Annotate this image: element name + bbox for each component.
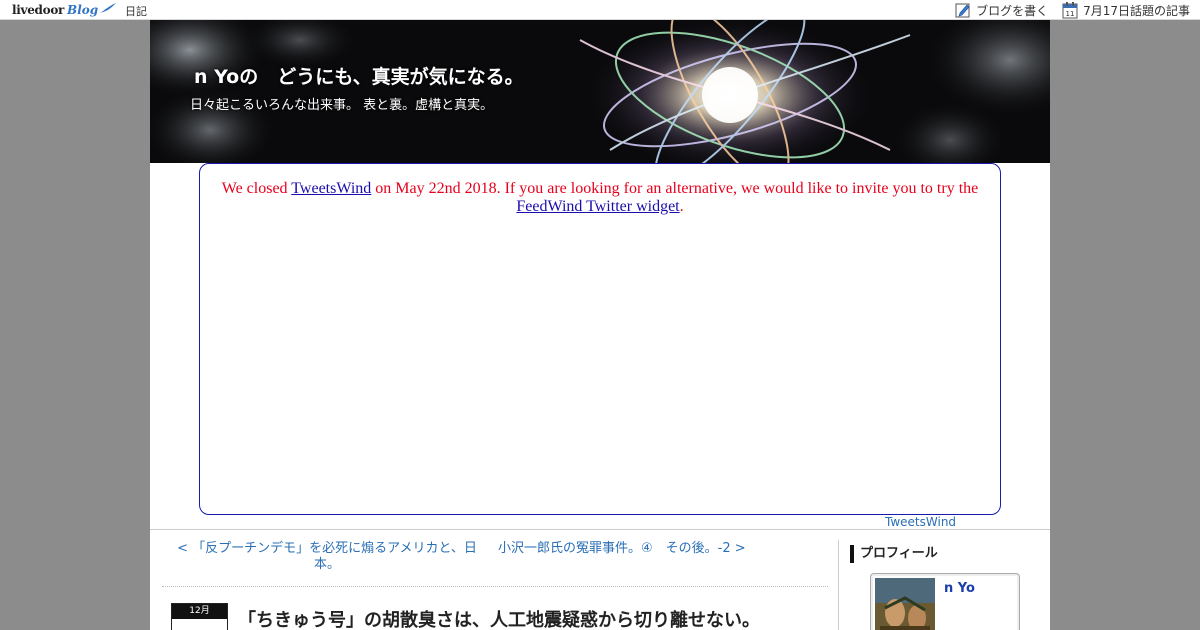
livedoor-blog-logo[interactable]: livedoor Blog (12, 2, 117, 18)
blog-title[interactable]: n Yoの どうにも、真実が気になる。 (194, 62, 524, 89)
avatar[interactable] (875, 578, 935, 630)
top-right-links: ブログを書く 11 7月17日話題の記事 (941, 1, 1190, 19)
top-bar: livedoor Blog 日記 ブログを書く 11 7月17日話題の記事 (0, 0, 1200, 20)
widget-msg-part3: . (679, 198, 684, 215)
nav-diary-link[interactable]: 日記 (125, 3, 147, 19)
feedwind-link[interactable]: FeedWind Twitter widget (516, 198, 679, 215)
logo-livedoor-text: livedoor (12, 3, 65, 17)
calendar-number: 11 (1066, 10, 1075, 18)
tweetswind-footer-link[interactable]: TweetsWind (885, 515, 956, 529)
post-date-box: 12月 (171, 603, 228, 630)
widget-closed-message: We closed TweetsWind on May 22nd 2018. I… (220, 180, 980, 216)
sidebar-divider (838, 540, 839, 630)
topics-label: 7月17日話題の記事 (1083, 3, 1190, 18)
profile-card: n Yo (870, 573, 1020, 630)
widget-msg-part1: We closed (221, 180, 292, 197)
blog-description: 日々起こるいろんな出来事。 表と裏。虚構と真実。 (190, 98, 494, 113)
logo-blog-text: Blog (67, 3, 99, 17)
edit-icon (955, 3, 970, 18)
profile-heading: プロフィール (850, 545, 938, 563)
write-blog-link[interactable]: ブログを書く (955, 2, 1048, 19)
page-column: n Yoの どうにも、真実が気になる。 日々起こるいろんな出来事。 表と裏。虚構… (150, 20, 1050, 630)
tweetswind-link[interactable]: TweetsWind (291, 180, 371, 197)
calendar-icon: 11 (1062, 1, 1078, 18)
write-blog-label: ブログを書く (976, 3, 1049, 18)
post-title[interactable]: 「ちきゅう号」の胡散臭さは、人工地震疑惑から切り離せない。 (238, 606, 760, 630)
next-article-link[interactable]: 小沢一郎氏の冤罪事件。④ その後。-2 > (498, 541, 768, 557)
post-month: 12月 (172, 604, 227, 619)
header-background-image (150, 20, 1050, 163)
topics-link[interactable]: 11 7月17日話題の記事 (1062, 1, 1190, 19)
profile-name[interactable]: n Yo (944, 581, 975, 596)
bird-icon (100, 3, 117, 13)
widget-msg-part2: on May 22nd 2018. If you are looking for… (371, 180, 979, 197)
prev-article-link[interactable]: < 「反プーチンデモ」を必死に煽るアメリカと、日本。 (172, 541, 482, 573)
blog-header: n Yoの どうにも、真実が気になる。 日々起こるいろんな出来事。 表と裏。虚構… (150, 20, 1050, 163)
avatar-image (875, 578, 935, 630)
section-divider (150, 529, 1050, 530)
dotted-divider (162, 586, 828, 587)
tweetswind-widget: We closed TweetsWind on May 22nd 2018. I… (199, 163, 1001, 515)
